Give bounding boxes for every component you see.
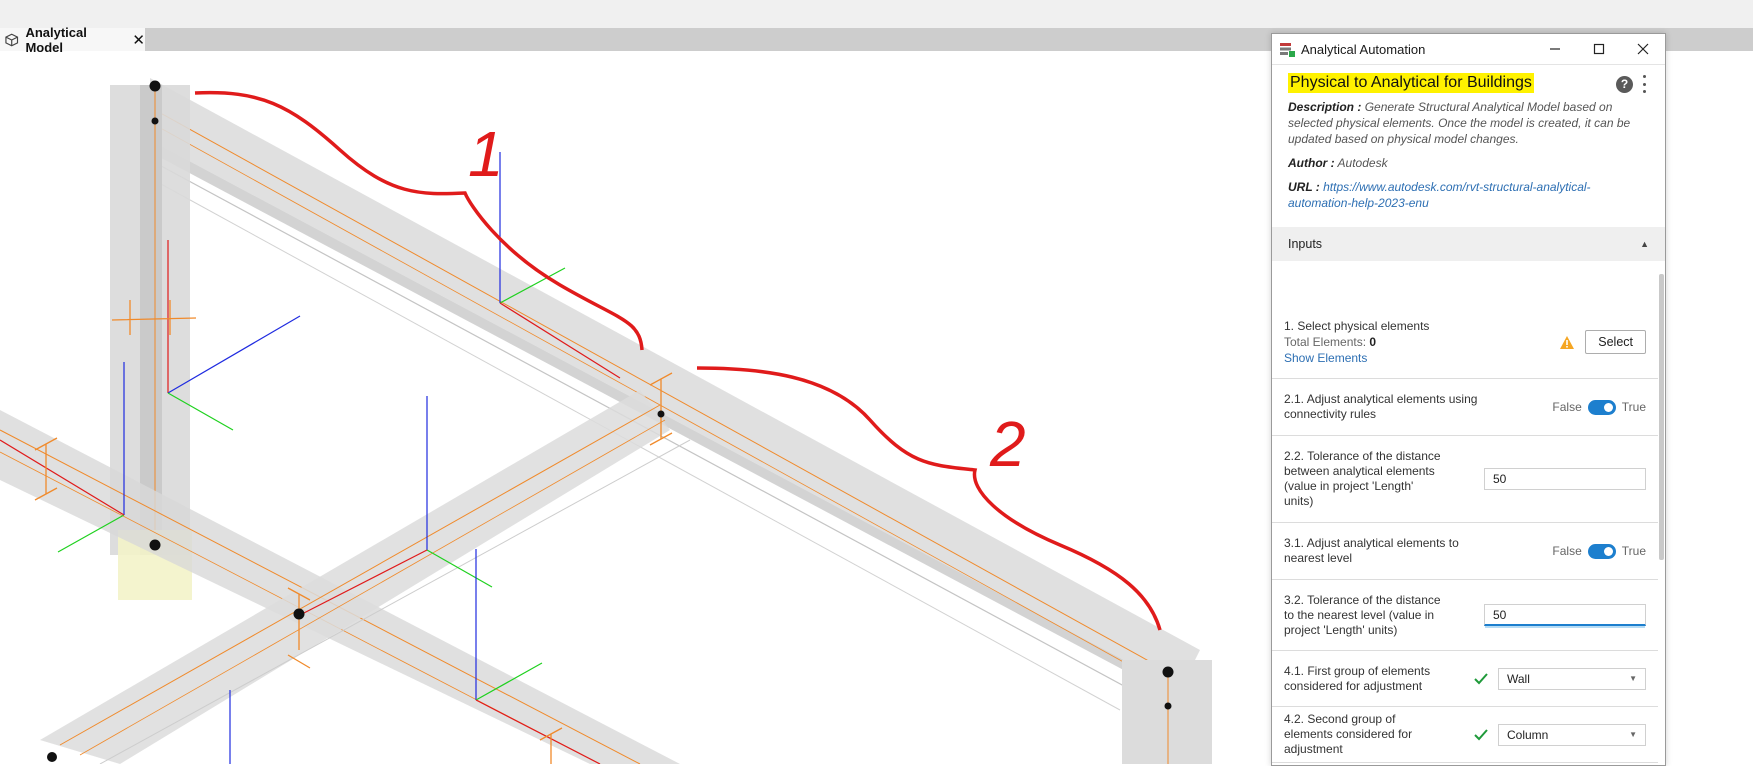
- maximize-icon: [1593, 43, 1605, 55]
- more-options-icon[interactable]: [1641, 75, 1647, 93]
- annotation-label-1: 1: [468, 118, 504, 190]
- check-icon: [1474, 672, 1488, 684]
- chevron-down-icon: ▼: [1629, 730, 1637, 739]
- total-elements-label: Total Elements:: [1284, 335, 1367, 349]
- author-value: Autodesk: [1337, 156, 1388, 170]
- connectivity-label: 2.1. Adjust analytical elements using co…: [1284, 392, 1478, 421]
- first-group-label: 4.1. First group of elements considered …: [1284, 663, 1431, 693]
- input-row-2-1: 2.1. Adjust analytical elements using co…: [1272, 379, 1658, 436]
- panel-scrollbar[interactable]: [1659, 274, 1664, 560]
- tolerance-level-input[interactable]: [1484, 604, 1646, 626]
- description-label: Description :: [1288, 100, 1362, 114]
- check-icon: [1474, 728, 1488, 740]
- analytical-automation-panel: Analytical Automation Physical to Analyt…: [1271, 33, 1666, 766]
- second-group-value: Column: [1507, 727, 1549, 742]
- inputs-list: 1. Select physical elements Total Elemen…: [1272, 306, 1658, 765]
- second-group-label: 4.2. Second group of elements considered…: [1284, 712, 1413, 756]
- panel-title: Analytical Automation: [1301, 41, 1426, 57]
- input-row-select: 1. Select physical elements Total Elemen…: [1272, 306, 1658, 379]
- input-row-4-1: 4.1. First group of elements considered …: [1272, 651, 1658, 707]
- first-group-value: Wall: [1507, 671, 1530, 686]
- input-row-3-2: 3.2. Tolerance of the distance to the ne…: [1272, 580, 1658, 651]
- minimize-icon: [1550, 48, 1560, 50]
- tab-analytical-model[interactable]: Analytical Model ✕: [0, 25, 145, 55]
- tolerance-level-label: 3.2. Tolerance of the distance to the ne…: [1284, 592, 1441, 637]
- top-toolbar-strip: [0, 0, 1753, 29]
- true-label: True: [1621, 544, 1646, 558]
- inputs-label: Inputs: [1288, 237, 1323, 251]
- nearest-level-toggle[interactable]: [1587, 543, 1616, 559]
- inputs-section-header[interactable]: Inputs ▲: [1272, 227, 1665, 261]
- 3d-view-icon: [5, 33, 19, 46]
- select-label: 1. Select physical elements: [1284, 319, 1430, 333]
- url-label: URL :: [1288, 180, 1320, 194]
- url-link[interactable]: https://www.autodesk.com/rvt-structural-…: [1288, 180, 1591, 210]
- collapse-icon[interactable]: ▲: [1640, 239, 1649, 249]
- false-label: False: [1552, 400, 1582, 414]
- package-header: Physical to Analytical for Buildings ?: [1272, 65, 1665, 93]
- select-button[interactable]: Select: [1585, 330, 1646, 354]
- total-elements-value: 0: [1369, 335, 1377, 349]
- panel-titlebar[interactable]: Analytical Automation: [1272, 34, 1665, 65]
- connectivity-toggle[interactable]: [1587, 399, 1616, 415]
- automation-app-icon: [1280, 43, 1295, 57]
- minimize-button[interactable]: [1533, 34, 1577, 64]
- maximize-button[interactable]: [1577, 34, 1621, 64]
- help-icon[interactable]: ?: [1616, 75, 1633, 93]
- chevron-down-icon: ▼: [1629, 674, 1637, 683]
- author-label: Author :: [1288, 156, 1335, 170]
- true-label: True: [1621, 400, 1646, 414]
- tolerance-elements-input[interactable]: [1484, 468, 1646, 490]
- input-row-2-2: 2.2. Tolerance of the distance between a…: [1272, 436, 1658, 523]
- annotation-label-2: 2: [989, 408, 1026, 480]
- close-icon: [1637, 43, 1649, 55]
- package-title: Physical to Analytical for Buildings: [1288, 73, 1534, 93]
- show-elements-link[interactable]: Show Elements: [1284, 350, 1429, 366]
- package-meta: Description : Generate Structural Analyt…: [1272, 99, 1665, 211]
- tolerance-elements-label: 2.2. Tolerance of the distance between a…: [1284, 449, 1441, 508]
- first-group-dropdown[interactable]: Wall ▼: [1498, 667, 1646, 690]
- tab-label: Analytical Model: [25, 24, 87, 55]
- input-row-3-1: 3.1. Adjust analytical elements to neare…: [1272, 523, 1658, 580]
- warning-icon: [1560, 335, 1575, 349]
- second-group-dropdown[interactable]: Column ▼: [1498, 723, 1646, 746]
- close-icon[interactable]: ✕: [132, 31, 145, 49]
- nearest-level-label: 3.1. Adjust analytical elements to neare…: [1284, 536, 1459, 565]
- false-label: False: [1552, 544, 1582, 558]
- input-row-4-2: 4.2. Second group of elements considered…: [1272, 707, 1658, 763]
- close-button[interactable]: [1621, 34, 1665, 64]
